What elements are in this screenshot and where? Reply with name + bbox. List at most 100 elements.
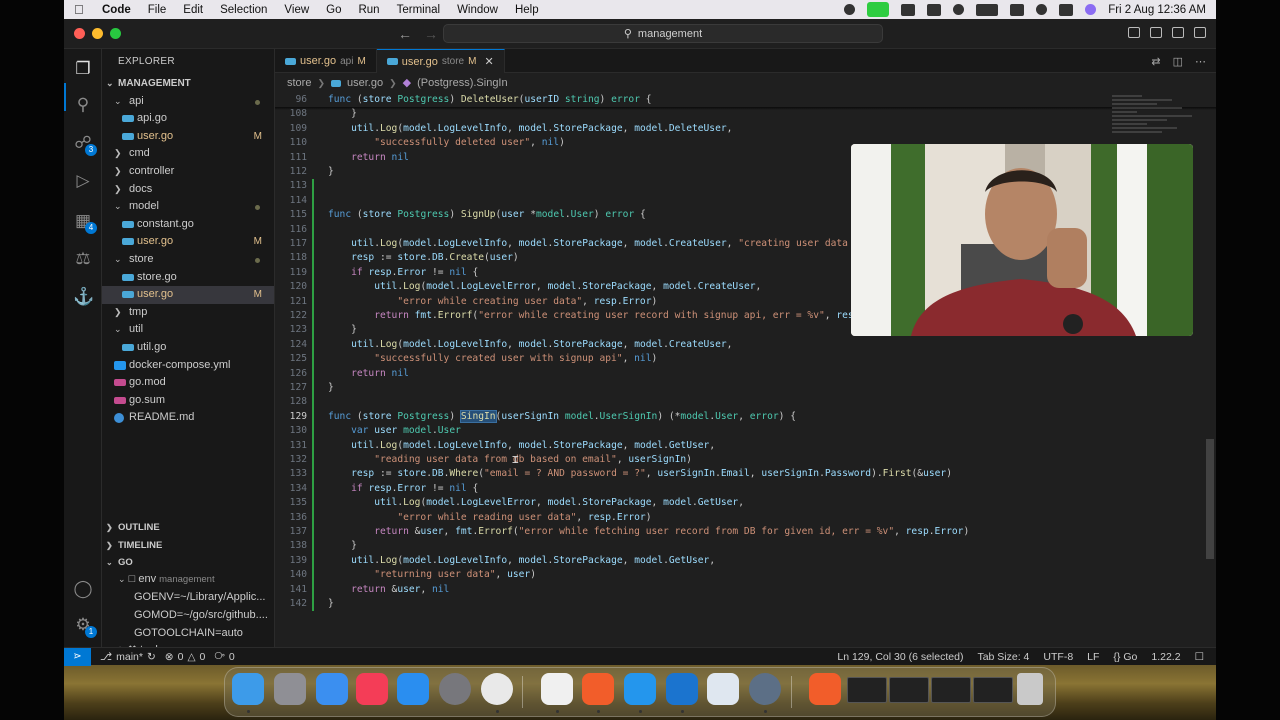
- code-line[interactable]: 96 func (store Postgress) DeleteUser(user…: [275, 93, 1216, 107]
- code-line[interactable]: 142}: [275, 597, 1216, 611]
- menubar-clock[interactable]: Fri 2 Aug 12:36 AM: [1108, 4, 1206, 16]
- control-center-icon[interactable]: [1059, 3, 1074, 16]
- run-debug-icon[interactable]: ▷: [73, 171, 93, 191]
- command-center-search[interactable]: ⚲ management: [443, 24, 883, 43]
- file-item[interactable]: user.go M: [102, 286, 274, 304]
- minimized-window-thumbnail[interactable]: [931, 677, 971, 703]
- file-item[interactable]: docker-compose.yml: [102, 357, 274, 375]
- vscode-icon[interactable]: [666, 673, 698, 705]
- file-item[interactable]: user.go M: [102, 128, 274, 146]
- notifications-bell-icon[interactable]: ☐: [1195, 651, 1204, 663]
- file-item[interactable]: store.go: [102, 269, 274, 287]
- code-line[interactable]: 127}: [275, 381, 1216, 395]
- timeline-section[interactable]: ❯ TIMELINE: [102, 537, 275, 554]
- toggle-sidebar-icon[interactable]: [1128, 27, 1140, 38]
- play-icon[interactable]: [953, 4, 965, 15]
- tab-user-go-api[interactable]: user.go api M: [275, 49, 377, 73]
- code-line[interactable]: 132 "reading user data from db based on …: [275, 453, 1216, 467]
- git-branch[interactable]: ⎇ main* ↻: [100, 651, 156, 663]
- accounts-icon[interactable]: ◯: [73, 579, 93, 599]
- finder-icon[interactable]: [232, 673, 264, 705]
- menu-terminal[interactable]: Terminal: [397, 4, 440, 16]
- code-line[interactable]: 139 util.Log(model.LogLevelInfo, model.S…: [275, 554, 1216, 568]
- source-control-icon[interactable]: ☍ 3: [73, 133, 97, 156]
- ports-indicator[interactable]: ⧂ 0: [214, 650, 234, 663]
- extensions-icon[interactable]: ▦ 4: [73, 211, 97, 234]
- go-env-item[interactable]: GOMOD=~/go/src/github....: [102, 607, 275, 625]
- tab-size[interactable]: Tab Size: 4: [977, 651, 1029, 663]
- menu-go[interactable]: Go: [326, 4, 341, 16]
- minimized-window-thumbnail[interactable]: [847, 677, 887, 703]
- back-arrow-icon[interactable]: ←: [398, 26, 412, 42]
- forward-arrow-icon[interactable]: →: [424, 26, 438, 42]
- go-env-group[interactable]: ⌄ □ env management: [102, 571, 275, 589]
- toggle-panel-icon[interactable]: [1150, 27, 1162, 38]
- quicktime-icon[interactable]: [749, 673, 781, 705]
- menu-file[interactable]: File: [148, 4, 167, 16]
- minimize-window-button[interactable]: [92, 28, 103, 39]
- tab-user-go-store[interactable]: user.go store M ✕: [376, 49, 505, 73]
- code-line[interactable]: 130 var user model.User: [275, 424, 1216, 438]
- breadcrumb-folder[interactable]: store: [287, 73, 311, 93]
- music-icon[interactable]: [356, 673, 388, 705]
- code-line[interactable]: 125 "successfully created user with sign…: [275, 352, 1216, 366]
- explorer-icon[interactable]: ❐: [73, 59, 93, 79]
- menu-selection[interactable]: Selection: [220, 4, 267, 16]
- file-item[interactable]: go.sum: [102, 392, 274, 410]
- record-icon[interactable]: [844, 4, 856, 15]
- system-settings-icon[interactable]: [439, 673, 471, 705]
- cursor-position[interactable]: Ln 129, Col 30 (6 selected): [837, 651, 963, 663]
- app-store-icon[interactable]: [397, 673, 429, 705]
- safari-icon[interactable]: [316, 673, 348, 705]
- testing-icon[interactable]: ⚖: [73, 249, 93, 269]
- go-version[interactable]: 1.22.2: [1151, 651, 1180, 663]
- git-added-gutter[interactable]: [312, 179, 314, 612]
- code-line[interactable]: 135 util.Log(model.LogLevelError, model.…: [275, 496, 1216, 510]
- code-line[interactable]: 129 func (store Postgress) SingIn(userSig…: [275, 409, 1216, 424]
- compare-changes-icon[interactable]: ⇄: [1151, 55, 1160, 68]
- file-item[interactable]: README.md: [102, 409, 274, 427]
- file-encoding[interactable]: UTF-8: [1043, 651, 1073, 663]
- privacy-icon[interactable]: [901, 3, 916, 16]
- menu-view[interactable]: View: [284, 4, 309, 16]
- menu-app-name[interactable]: Code: [102, 4, 131, 16]
- code-line[interactable]: 134 if resp.Error != nil {: [275, 482, 1216, 496]
- spotlight-search-icon[interactable]: [1036, 4, 1048, 15]
- file-item[interactable]: go.mod: [102, 374, 274, 392]
- folder-item[interactable]: ❯ docs: [102, 181, 274, 199]
- code-line[interactable]: 133 resp := store.DB.Where("email = ? AN…: [275, 467, 1216, 481]
- display-icon[interactable]: [927, 3, 942, 16]
- menu-help[interactable]: Help: [515, 4, 539, 16]
- postgres-icon[interactable]: [541, 673, 573, 705]
- menu-run[interactable]: Run: [358, 4, 379, 16]
- more-actions-icon[interactable]: ⋯: [1195, 55, 1206, 68]
- menu-window[interactable]: Window: [457, 4, 498, 16]
- outline-section[interactable]: ❯ OUTLINE: [102, 519, 275, 536]
- close-window-button[interactable]: [74, 28, 85, 39]
- go-section[interactable]: ⌄ GO: [102, 554, 275, 571]
- battery-icon[interactable]: [976, 3, 999, 16]
- go-env-item[interactable]: GOTOOLCHAIN=auto: [102, 625, 275, 643]
- facetime-icon[interactable]: [867, 2, 890, 17]
- folder-item[interactable]: ❯ cmd: [102, 145, 274, 163]
- file-item[interactable]: constant.go: [102, 216, 274, 234]
- file-item[interactable]: api.go: [102, 110, 274, 128]
- folder-item[interactable]: ⌄ store: [102, 251, 274, 269]
- minimized-window-thumbnail[interactable]: [889, 677, 929, 703]
- zoom-window-button[interactable]: [110, 28, 121, 39]
- docker-icon[interactable]: [624, 673, 656, 705]
- manage-gear-icon[interactable]: ⚙ 1: [73, 615, 97, 638]
- close-tab-icon[interactable]: ✕: [484, 55, 493, 68]
- docker-icon[interactable]: ⚓: [73, 287, 94, 307]
- search-view-icon[interactable]: ⚲: [73, 95, 93, 115]
- launchpad-icon[interactable]: [274, 673, 306, 705]
- code-line[interactable]: 137 return &user, fmt.Errorf("error whil…: [275, 525, 1216, 539]
- pencil-app-icon[interactable]: [582, 673, 614, 705]
- siri-icon[interactable]: [1085, 4, 1097, 15]
- code-line[interactable]: 140 "returning user data", user): [275, 568, 1216, 582]
- wifi-icon[interactable]: [1010, 3, 1025, 16]
- breadcrumb-file[interactable]: user.go: [347, 73, 383, 93]
- code-line[interactable]: 128: [275, 395, 1216, 409]
- trash-icon[interactable]: [1017, 673, 1043, 705]
- split-editor-icon[interactable]: ◫: [1173, 55, 1183, 68]
